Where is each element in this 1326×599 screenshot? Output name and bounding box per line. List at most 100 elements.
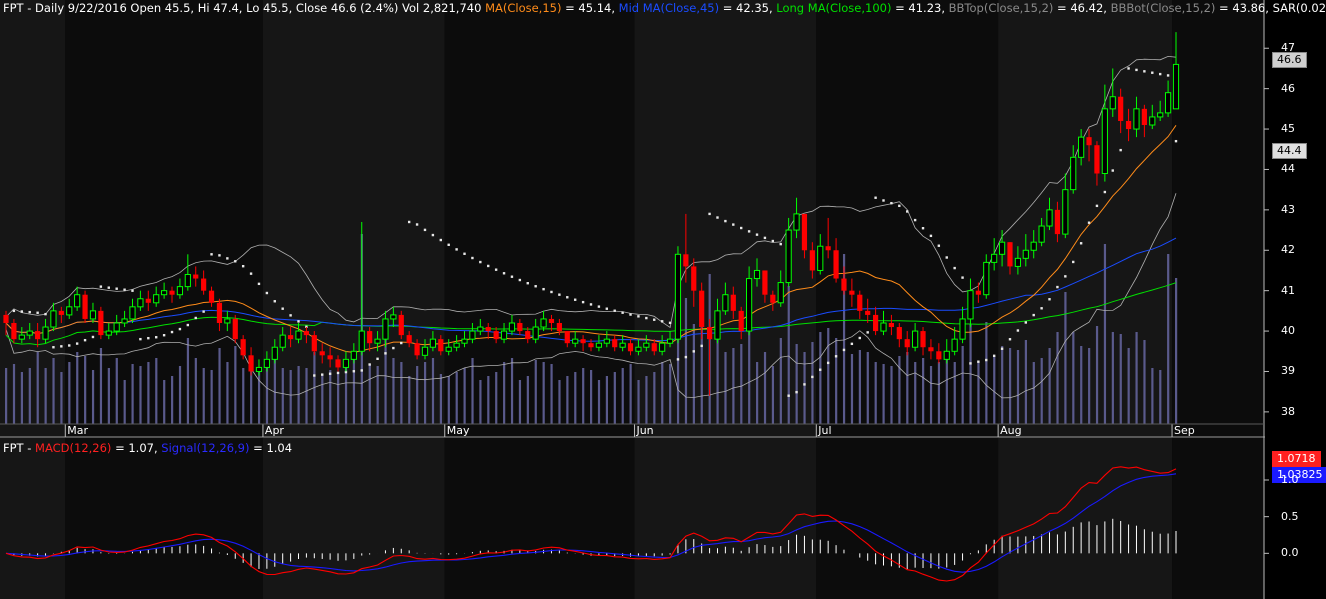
volume-bar [669, 364, 672, 424]
candle-body-up [1022, 249, 1029, 259]
volume-bar [827, 328, 830, 424]
volume-bar [779, 338, 782, 424]
candle-body-up [50, 310, 57, 328]
volume-bar [68, 362, 71, 424]
sar-dot [1143, 70, 1146, 73]
volume-bar [850, 354, 854, 424]
candle-body-down [857, 294, 863, 311]
volume-bar [52, 358, 55, 424]
candle-body-down [588, 343, 594, 348]
candle-body-up [951, 338, 958, 352]
sar-dot [1111, 169, 1114, 172]
sar-dot [724, 219, 727, 223]
month-label: Apr [264, 424, 284, 437]
volume-bar [44, 368, 47, 424]
candle-body-down [841, 278, 847, 291]
volume-bar [518, 380, 522, 424]
volume-bar [107, 368, 110, 424]
macd-header-symbol: FPT [3, 441, 24, 455]
sar-dot [985, 358, 988, 362]
sar-dot [700, 344, 703, 348]
sar-dot [850, 342, 854, 346]
volume-bar [692, 324, 695, 424]
candle-body-down [1007, 242, 1013, 267]
volume-bar [605, 376, 609, 424]
candle-body-down [335, 359, 341, 368]
sar-dot [1008, 338, 1012, 341]
sar-dot [1151, 71, 1154, 74]
volume-bar [1143, 340, 1146, 424]
price-axis-label: 42 [1281, 243, 1295, 257]
candle-body-up [619, 342, 626, 348]
sar-dot [210, 253, 213, 256]
sar-dot [534, 285, 537, 288]
candle-body-up [912, 330, 919, 348]
sar-dot [961, 276, 964, 279]
candle-body-up [572, 338, 579, 344]
sar-dot [803, 383, 806, 386]
header-bbtop-value: = 46.42, [1053, 1, 1111, 15]
price-axis-label: 46 [1281, 81, 1295, 95]
candle-body-down [904, 339, 910, 348]
candle-body-up [129, 306, 136, 320]
volume-bar [1024, 340, 1027, 424]
candle-body-up [659, 342, 666, 352]
sar-dot [874, 196, 877, 199]
candle-body-down [580, 339, 586, 344]
volume-bar [993, 356, 996, 424]
sar-dot [684, 355, 688, 359]
candle-body-up [477, 326, 484, 332]
candle-body-up [793, 213, 800, 231]
volume-bar [732, 348, 735, 424]
macd-axis-label: 0.5 [1281, 509, 1299, 523]
price-axis-label: 43 [1281, 202, 1295, 216]
candle-body-down [849, 290, 855, 295]
candle-body-down [11, 322, 17, 340]
candle-body-up [1133, 108, 1140, 130]
sar-dot [811, 375, 814, 379]
sar-dot [518, 278, 522, 282]
volume-bar [550, 364, 553, 424]
candle-body-up [817, 245, 824, 271]
sar-dot [1135, 68, 1138, 72]
candle-body-down [683, 254, 689, 267]
sar-dot [423, 228, 427, 232]
volume-bar [281, 368, 284, 424]
candle-body-up [342, 358, 350, 368]
volume-bar [803, 352, 806, 424]
volume-bar [771, 366, 775, 424]
price-axis-label: 44 [1281, 162, 1295, 176]
macd-header-signal-label: Signal(12,26,9) [161, 441, 250, 455]
candle-body-up [279, 334, 286, 348]
candle-body-down [691, 266, 697, 291]
candle-body-up [943, 350, 950, 360]
volume-bar [368, 364, 371, 424]
sar-dot [921, 227, 925, 230]
candle-body-down [58, 310, 64, 315]
candle-body-down [201, 278, 207, 291]
volume-bar [1080, 346, 1083, 424]
candle-body-down [216, 302, 223, 323]
sar-dot [913, 218, 917, 222]
volume-bar [763, 352, 767, 424]
sar-dot [479, 260, 482, 264]
sar-dot [241, 265, 245, 268]
volume-bar [131, 364, 134, 424]
candle-body-up [374, 338, 381, 344]
header-long-label: Long MA(Close,100) [776, 1, 892, 15]
candle-body-up [421, 346, 429, 356]
sar-dot [992, 354, 996, 358]
candle-body-down [311, 335, 317, 352]
sar-dot [487, 264, 490, 268]
sar-dot [234, 260, 237, 263]
volume-bar [1119, 334, 1122, 424]
volume-bar [906, 352, 909, 424]
volume-bar [716, 338, 719, 424]
sar-dot [1166, 74, 1170, 77]
volume-bar [163, 380, 166, 424]
candle-body-up [224, 318, 231, 324]
sar-dot [945, 256, 948, 259]
month-band [262, 0, 445, 599]
candle-body-down [809, 250, 815, 271]
sar-dot [139, 337, 142, 341]
